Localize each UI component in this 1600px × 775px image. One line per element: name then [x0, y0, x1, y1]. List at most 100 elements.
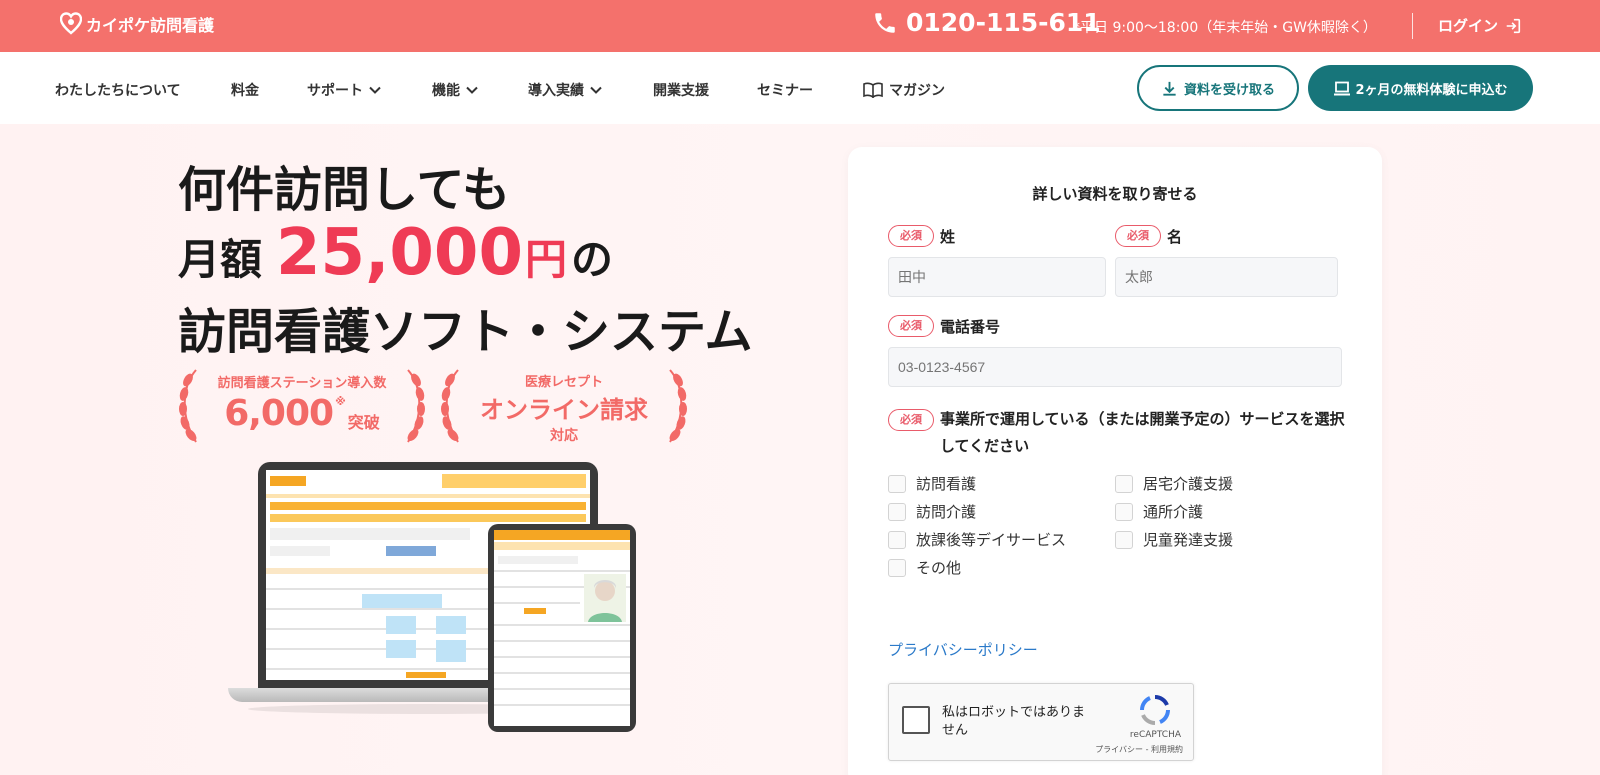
- heart-logo-icon: [60, 12, 82, 35]
- free-trial-button[interactable]: 2ヶ月の無料体験に申込む: [1308, 65, 1533, 111]
- top-bar: カイポケ訪問看護 0120-115-611 *平日 9:00〜18:00（年末年…: [0, 0, 1600, 52]
- checkbox-label: 居宅介護支援: [1143, 475, 1234, 493]
- checkbox-label: 児童発達支援: [1143, 531, 1234, 549]
- award-sub-text: 対応: [550, 428, 578, 444]
- checkbox-label: 訪問介護: [916, 503, 977, 521]
- phone-number-text: 0120-115-611: [906, 8, 1101, 37]
- nav-item-label: わたしたちについて: [55, 83, 181, 99]
- phone-label-text: 電話番号: [940, 317, 1001, 336]
- award-title: 医療レセプト: [524, 375, 603, 390]
- nav-item-label: 機能: [432, 83, 460, 99]
- free-trial-label: 2ヶ月の無料体験に申込む: [1355, 82, 1508, 98]
- recaptcha-brand: reCAPTCHA: [1129, 730, 1181, 740]
- service-checkbox-after-school[interactable]: 放課後等デイサービス: [888, 529, 1066, 550]
- hero-headline-line3: 訪問看護ソフト・システム: [178, 304, 753, 360]
- download-icon: [1163, 81, 1176, 96]
- login-link[interactable]: ログイン: [1438, 15, 1522, 36]
- checkbox-label: 通所介護: [1143, 503, 1204, 521]
- nav-item-startup-support[interactable]: 開業支援: [653, 80, 709, 100]
- required-badge: 必須: [888, 315, 934, 337]
- award-footnote-mark: ※: [335, 395, 346, 408]
- nav-item-magazine[interactable]: マガジン: [863, 80, 945, 100]
- checkbox[interactable]: [1115, 530, 1133, 549]
- main-nav: わたしたちについて 料金 サポート 機能 導入実績 開業支援 セミナー マガジン…: [0, 52, 1600, 124]
- laurel-right-icon: [407, 369, 425, 443]
- checkbox[interactable]: [888, 474, 906, 493]
- brand-name: カイポケ訪問看護: [86, 16, 215, 35]
- recaptcha-widget: 私はロボットではありません reCAPTCHA プライバシー - 利用規約: [888, 683, 1194, 761]
- phone-input[interactable]: [888, 347, 1342, 387]
- checkbox-label: 放課後等デイサービス: [916, 531, 1067, 549]
- recaptcha-text: 私はロボットではありません: [942, 705, 1086, 738]
- form-title: 詳しい資料を取り寄せる: [1032, 185, 1198, 203]
- laurel-right-icon: [669, 369, 687, 443]
- nav-item-label: マガジン: [889, 83, 945, 99]
- first-name-label-text: 名: [1167, 227, 1183, 246]
- award-number: 6,000: [224, 393, 334, 434]
- checkbox[interactable]: [888, 558, 906, 577]
- phone-icon: [875, 12, 895, 33]
- price-suffix: の: [571, 235, 614, 284]
- nav-item-label: サポート: [307, 83, 363, 99]
- checkbox[interactable]: [1115, 502, 1133, 521]
- nav-item-about[interactable]: わたしたちについて: [55, 80, 181, 100]
- business-hours: *平日 9:00〜18:00（年末年始・GW休暇除く）: [1073, 20, 1377, 36]
- get-documents-label: 資料を受け取る: [1183, 82, 1275, 98]
- service-checkbox-other[interactable]: その他: [888, 557, 961, 578]
- first-name-input[interactable]: [1115, 257, 1338, 297]
- required-badge: 必須: [888, 409, 934, 431]
- document-request-form: 詳しい資料を取り寄せる 必須 姓 必須 名 必須 電話番号 必須 事業所で運用し…: [848, 147, 1382, 775]
- nav-item-case-studies[interactable]: 導入実績: [528, 80, 602, 100]
- privacy-policy-link[interactable]: プライバシーポリシー: [888, 639, 1038, 660]
- recaptcha-checkbox[interactable]: [902, 706, 930, 734]
- laurel-left-icon: [179, 369, 197, 443]
- nav-item-pricing[interactable]: 料金: [231, 80, 259, 100]
- last-name-input[interactable]: [888, 257, 1106, 297]
- phone-number[interactable]: 0120-115-611: [872, 8, 1101, 37]
- get-documents-button[interactable]: 資料を受け取る: [1137, 65, 1299, 111]
- award-suffix: 突破: [347, 413, 380, 432]
- chevron-down-icon: [466, 86, 478, 94]
- tablet-ui-preview: [494, 530, 630, 726]
- service-checkbox-home-nursing[interactable]: 訪問看護: [888, 473, 976, 494]
- laurel-left-icon: [441, 369, 459, 443]
- checkbox[interactable]: [1115, 474, 1133, 493]
- required-badge: 必須: [888, 225, 934, 247]
- patient-photo-image: [584, 574, 626, 622]
- service-checkbox-day-care[interactable]: 通所介護: [1115, 501, 1203, 522]
- nav-item-seminar[interactable]: セミナー: [757, 80, 813, 100]
- price-prefix: 月額: [178, 235, 263, 284]
- brand-logo[interactable]: カイポケ訪問看護: [60, 12, 214, 36]
- award-badge-online-billing: 医療レセプト オンライン請求 対応: [440, 366, 688, 446]
- nav-item-features[interactable]: 機能: [432, 80, 478, 100]
- monthly-price: 25,000: [276, 216, 523, 290]
- recaptcha-terms-link[interactable]: プライバシー - 利用規約: [1095, 744, 1183, 755]
- checkbox[interactable]: [888, 502, 906, 521]
- service-checkbox-care-support[interactable]: 居宅介護支援: [1115, 473, 1233, 494]
- nav-item-label: セミナー: [757, 83, 813, 99]
- price-currency: 円: [524, 235, 567, 284]
- required-badge: 必須: [1115, 225, 1161, 247]
- award-title: 訪問看護ステーション導入数: [217, 376, 387, 391]
- last-name-label: 必須 姓: [888, 225, 955, 247]
- divider: [1412, 13, 1413, 39]
- first-name-label: 必須 名: [1115, 225, 1182, 247]
- award-main-text: オンライン請求: [480, 396, 648, 424]
- award-value: 6,000 ※ 突破: [224, 393, 380, 434]
- phone-label: 必須 電話番号: [888, 315, 1000, 337]
- recaptcha-logo-icon: [1140, 695, 1170, 725]
- service-checkbox-home-care[interactable]: 訪問介護: [888, 501, 976, 522]
- login-label: ログイン: [1438, 17, 1499, 35]
- services-label: 必須 事業所で運用している（または開業予定の）サービスを選択してください: [888, 409, 1350, 460]
- nav-item-label: 開業支援: [653, 83, 709, 99]
- login-icon: [1506, 18, 1521, 33]
- service-checkbox-child-development[interactable]: 児童発達支援: [1115, 529, 1233, 550]
- checkbox[interactable]: [888, 530, 906, 549]
- nav-item-support[interactable]: サポート: [307, 80, 381, 100]
- chevron-down-icon: [369, 86, 381, 94]
- hero-headline-line2: 月額 25,000 円 の: [178, 216, 613, 290]
- award-badge-adoption: 訪問看護ステーション導入数 6,000 ※ 突破: [178, 366, 426, 446]
- chevron-down-icon: [590, 86, 602, 94]
- checkbox-label: 訪問看護: [916, 475, 977, 493]
- book-icon: [863, 82, 883, 98]
